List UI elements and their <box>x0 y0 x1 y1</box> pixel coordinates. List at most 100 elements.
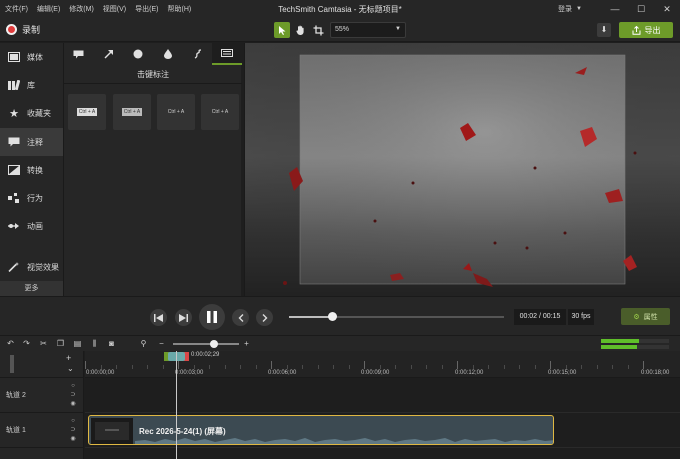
copy-icon[interactable]: ❐ <box>55 338 66 349</box>
keystroke-style-tile[interactable]: Ctrl + A <box>201 94 239 130</box>
sidebar-item-transitions[interactable]: 转换 <box>0 156 63 184</box>
minimize-button[interactable]: — <box>602 4 628 14</box>
crop-tool-button[interactable] <box>310 22 326 38</box>
ruler-minor-tick <box>147 365 148 369</box>
timeline-zoom-slider[interactable] <box>173 343 239 345</box>
login-dropdown-icon[interactable]: ▼ <box>576 6 582 12</box>
ruler-minor-tick <box>131 365 133 369</box>
close-button[interactable]: ✕ <box>654 4 680 15</box>
redo-icon[interactable]: ↷ <box>21 338 32 349</box>
library-icon <box>8 80 20 90</box>
lock-icon[interactable]: ○ <box>68 417 78 425</box>
ruler-label: 0:00:18;00 <box>641 370 670 376</box>
keystroke-style-tile[interactable]: Ctrl + A <box>68 94 106 130</box>
frame-rate: 30 fps <box>568 309 594 325</box>
menu-export[interactable]: 导出(E) <box>135 4 158 14</box>
keystroke-preview: Ctrl + A <box>211 109 229 115</box>
paste-icon[interactable]: ▤ <box>72 338 83 349</box>
menu-edit[interactable]: 编辑(E) <box>37 4 60 14</box>
snapshot-icon[interactable]: ◙ <box>106 338 117 349</box>
ruler-minor-tick <box>596 365 598 369</box>
properties-button[interactable]: ⚙ 属性 <box>621 308 670 325</box>
ruler-minor-tick <box>379 365 381 369</box>
shape-icon <box>133 49 143 59</box>
mute-icon[interactable]: ⊃ <box>68 426 78 434</box>
canvas-preview[interactable] <box>244 43 680 296</box>
tab-keystroke-callouts[interactable] <box>212 43 243 65</box>
record-button[interactable]: 录制 <box>6 23 40 36</box>
sidebar-item-media[interactable]: 媒体 <box>0 43 63 71</box>
sidebar-label: 视觉效果 <box>27 262 59 272</box>
previous-frame-button[interactable] <box>150 309 167 326</box>
window-controls: 登录 ▼ — ☐ ✕ <box>558 0 680 18</box>
select-tool-button[interactable] <box>274 22 290 38</box>
tab-shapes[interactable] <box>123 43 153 65</box>
zoom-out-icon[interactable]: − <box>156 338 167 349</box>
download-button[interactable]: ⬇ <box>597 23 611 37</box>
sidebar-item-behaviors[interactable]: 行为 <box>0 184 63 212</box>
next-clip-button[interactable] <box>256 309 273 326</box>
search-icon[interactable]: ⚲ <box>138 338 149 349</box>
zoom-in-icon[interactable]: + <box>241 338 252 349</box>
keystroke-preview: Ctrl + A <box>121 108 143 116</box>
track-header-1[interactable]: 轨道 1 ○ ⊃ ◉ <box>0 413 84 448</box>
login-button[interactable]: 登录 <box>558 4 572 14</box>
pan-tool-button[interactable] <box>292 22 308 38</box>
playback-scrubber[interactable] <box>289 316 504 318</box>
mute-icon[interactable]: ⊃ <box>68 391 78 399</box>
sidebar-item-library[interactable]: 库 <box>0 71 63 99</box>
ruler-minor-tick <box>255 365 257 369</box>
sidebar-item-favorites[interactable]: ★ 收藏夹 <box>0 99 63 127</box>
cut-icon[interactable]: ✂ <box>38 338 49 349</box>
menu-file[interactable]: 文件(F) <box>5 4 28 14</box>
next-frame-button[interactable] <box>175 309 192 326</box>
track-height-slider[interactable] <box>10 355 14 373</box>
menu-help[interactable]: 帮助(H) <box>167 4 191 14</box>
share-icon <box>632 25 640 35</box>
track-name: 轨道 2 <box>6 392 26 399</box>
callout-icon <box>73 50 84 58</box>
export-button[interactable]: 导出 <box>619 22 673 38</box>
zoom-select[interactable]: 55% ▼ <box>330 22 406 38</box>
more-button[interactable]: 更多 <box>0 281 63 296</box>
track-lane-2[interactable] <box>85 378 680 413</box>
timeline-zoom-handle[interactable] <box>210 340 218 348</box>
chevron-left-icon <box>238 313 243 322</box>
skip-forward-icon <box>179 313 188 322</box>
sidebar-item-annotations[interactable]: 注释 <box>0 128 63 156</box>
add-track-icon[interactable]: + <box>66 353 71 363</box>
ruler-minor-tick <box>333 365 334 369</box>
tab-arrows-lines[interactable] <box>94 43 124 65</box>
maximize-button[interactable]: ☐ <box>628 4 654 15</box>
split-icon[interactable]: ⫼ <box>89 338 100 349</box>
ruler-major-tick <box>643 361 644 369</box>
collapse-tracks-icon[interactable]: ⌄ <box>67 364 74 373</box>
lock-icon[interactable]: ○ <box>68 382 78 390</box>
menu-view[interactable]: 视图(V) <box>103 4 126 14</box>
ruler-minor-tick <box>348 365 350 369</box>
ruler-minor-tick <box>472 365 474 369</box>
sidebar-item-visual-effects[interactable]: 视觉效果 <box>0 253 63 281</box>
keystroke-style-tile[interactable]: Ctrl + A <box>157 94 195 130</box>
tab-callouts[interactable] <box>64 43 94 65</box>
visibility-icon[interactable]: ◉ <box>68 400 78 408</box>
keystroke-style-tile[interactable]: Ctrl + A <box>113 94 151 130</box>
tab-sketch-motion[interactable] <box>183 43 213 65</box>
skip-back-icon <box>154 313 163 322</box>
audio-level-meter-right <box>601 345 669 349</box>
tab-blur-highlight[interactable] <box>153 43 183 65</box>
sidebar-item-animations[interactable]: 动画 <box>0 212 63 240</box>
scrubber-handle[interactable] <box>327 312 337 321</box>
pause-button[interactable] <box>199 304 225 330</box>
timeline[interactable]: 0:00:00;00 0:00:03;00 0:00:06;00 0:00:09… <box>85 351 680 459</box>
menu-list: 文件(F) 编辑(E) 修改(M) 视图(V) 导出(E) 帮助(H) <box>0 4 200 14</box>
visibility-icon[interactable]: ◉ <box>68 435 78 443</box>
menu-modify[interactable]: 修改(M) <box>69 4 94 14</box>
track-header-2[interactable]: 轨道 2 ○ ⊃ ◉ <box>0 378 84 413</box>
undo-icon[interactable]: ↶ <box>5 338 16 349</box>
ruler-label: 0:00:00;00 <box>86 370 115 376</box>
ruler-minor-tick <box>193 365 195 369</box>
media-clip[interactable]: Rec 2026-5-24(1) (屏幕) <box>88 415 554 445</box>
crop-icon <box>313 25 323 35</box>
previous-clip-button[interactable] <box>232 309 249 326</box>
